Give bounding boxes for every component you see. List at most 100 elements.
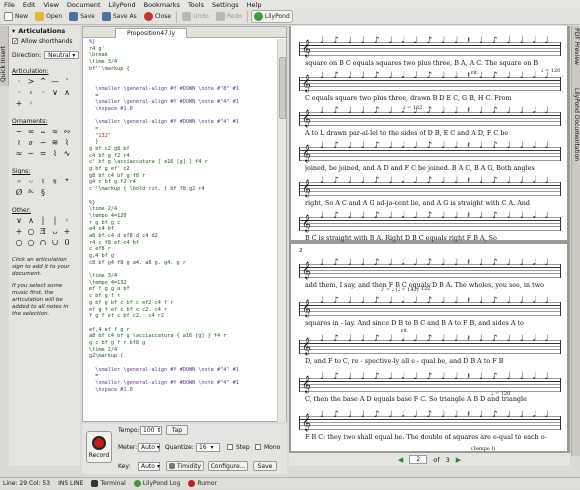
other-articulation-icon[interactable]: |	[49, 216, 61, 227]
ornament-icon[interactable]: ∽	[37, 138, 49, 149]
rumor-tab[interactable]: Rumor	[188, 477, 217, 490]
undo-button[interactable]: Undo	[180, 10, 211, 23]
lyric-line: D, and F to C, re - spective-ly all e - …	[305, 357, 504, 365]
pdf-preview[interactable]: 𝄞 ♩ ♪ ♩ ♩ ♪ ♩ 𝅗𝅥 ♩ ♪ ♩ ♩ 𝄽 ♩ ♪ ♩ ♩ 𝅗𝅥 ♩ ♩…	[289, 26, 570, 466]
allow-shorthands-checkbox[interactable]: ✓	[12, 38, 18, 45]
articulation-icon[interactable]: —	[49, 77, 61, 88]
lilypond-run-button[interactable]: LilyPond	[250, 10, 293, 23]
sign-icon[interactable]: Ø	[13, 188, 25, 199]
articulation-icon[interactable]: ∧	[61, 88, 73, 99]
sign-icon[interactable]: §	[37, 188, 49, 199]
other-articulation-icon[interactable]: Ǝ	[37, 227, 49, 238]
timidity-button[interactable]: Timidity	[166, 461, 204, 471]
ornament-icon[interactable]: ≀	[13, 138, 25, 149]
allow-shorthands-row[interactable]: ✓ Allow shorthands	[9, 36, 80, 46]
ornament-icon[interactable]: ⌇	[49, 149, 61, 160]
configure-button[interactable]: Configure...	[208, 461, 248, 471]
other-articulation-icon[interactable]: ∧	[25, 216, 37, 227]
ornament-icon[interactable]: ~	[13, 127, 25, 138]
sign-icon[interactable]: ♮	[37, 177, 49, 188]
meter-select[interactable]: Auto ▾	[138, 443, 160, 452]
record-button[interactable]: Record	[86, 431, 112, 463]
articulation-icon[interactable]: '	[61, 77, 73, 88]
save-button[interactable]: Save	[67, 10, 97, 23]
other-articulation-icon[interactable]: +	[13, 227, 25, 238]
other-articulation-icon[interactable]: ○	[25, 238, 37, 249]
tempo-spinbox[interactable]: 100 ⇕	[140, 426, 162, 435]
ornament-icon[interactable]: ≂	[37, 149, 49, 160]
other-articulation-icon[interactable]: |	[37, 216, 49, 227]
editor-scrollbar[interactable]	[277, 39, 286, 422]
save-midi-button[interactable]: Save	[253, 461, 277, 471]
menu-view[interactable]: View	[43, 1, 58, 9]
lilypond-log-tab[interactable]: LilyPond Log	[133, 477, 180, 490]
mono-checkbox[interactable]	[255, 444, 261, 450]
tab-pdf-preview[interactable]: PDF Preview	[573, 28, 580, 65]
articulation-icon[interactable]: ∨	[49, 88, 61, 99]
ornament-icon[interactable]: ≈	[49, 127, 61, 138]
quick-insert-side-tab[interactable]: Quick Insert	[0, 26, 9, 86]
menu-settings[interactable]: Settings	[212, 1, 239, 9]
tab-lilypond-documentation[interactable]: LilyPond Documentation	[573, 88, 580, 161]
other-articulation-icon[interactable]: 0	[61, 238, 73, 249]
menu-edit[interactable]: Edit	[23, 1, 36, 9]
ornament-icon[interactable]: ∿	[61, 149, 73, 160]
save-as-icon	[101, 12, 111, 21]
other-articulation-icon[interactable]: ○	[25, 227, 37, 238]
menu-help[interactable]: Help	[247, 1, 262, 9]
ornament-icon[interactable]: ∾	[61, 127, 73, 138]
other-articulation-icon[interactable]: ᴗ	[49, 227, 61, 238]
sign-icon[interactable]: 𝄑	[25, 177, 37, 188]
ornament-icon[interactable]: ≈	[13, 149, 25, 160]
new-button[interactable]: New	[2, 10, 30, 23]
sign-icon[interactable]: 𝄊	[25, 188, 37, 199]
menu-tools[interactable]: Tools	[188, 1, 204, 9]
close-button[interactable]: Close	[142, 10, 173, 23]
editor-scrollbar-thumb[interactable]	[279, 57, 286, 119]
articulation-icon[interactable]: ◦	[25, 99, 37, 110]
articulation-icon[interactable]: ·	[13, 77, 25, 88]
other-articulation-icon[interactable]: ∨	[13, 216, 25, 227]
terminal-tab[interactable]: Terminal	[91, 477, 126, 490]
ornament-icon[interactable]: 𝆗	[37, 127, 49, 138]
articulation-icon[interactable]: ^	[37, 77, 49, 88]
other-articulation-icon[interactable]: ◦	[61, 216, 73, 227]
redo-button[interactable]: Redo	[214, 10, 244, 23]
ornament-icon[interactable]: ∞	[25, 127, 37, 138]
ornament-icon[interactable]: ⌇	[61, 138, 73, 149]
articulation-icon[interactable]: ·	[37, 88, 49, 99]
other-articulation-icon[interactable]: ○	[13, 238, 25, 249]
menu-file[interactable]: File	[4, 1, 15, 9]
articulation-icon[interactable]: ‹	[25, 88, 37, 99]
sign-icon[interactable]: 𝄌	[61, 177, 73, 188]
quantize-select[interactable]: 16 ▾	[196, 443, 220, 452]
lyric-line: right, So A C and A G ad-ja-cent lie, an…	[305, 199, 531, 207]
menu-bookmarks[interactable]: Bookmarks	[144, 1, 180, 9]
ornament-icon[interactable]: 𝆖	[25, 138, 37, 149]
page-number-input[interactable]: 2	[409, 455, 428, 464]
code-editor[interactable]: %} r4 g' \break \time 3/4 bf''\markup { \sma…	[83, 39, 278, 422]
key-select[interactable]: Auto ▾	[138, 462, 160, 471]
tap-button[interactable]: Tap	[166, 425, 188, 435]
articulation-icon[interactable]: >	[25, 77, 37, 88]
ornament-icon[interactable]: ∼	[25, 149, 37, 160]
sign-icon[interactable]: 𝄋	[49, 177, 61, 188]
articulation-icon[interactable]: ·	[13, 88, 25, 99]
articulations-header[interactable]: ▾ Articulations	[9, 26, 80, 36]
menu-document[interactable]: Document	[67, 1, 101, 9]
ornament-icon[interactable]: ≋	[49, 138, 61, 149]
previous-page-icon[interactable]: ◀	[398, 456, 403, 464]
other-articulation-icon[interactable]: ∩	[37, 238, 49, 249]
save-as-button[interactable]: Save As	[100, 10, 139, 23]
other-articulation-icon[interactable]: +	[61, 227, 73, 238]
menu-lilypond[interactable]: LilyPond	[109, 1, 136, 9]
next-page-icon[interactable]: ▶	[456, 456, 461, 464]
other-articulation-icon[interactable]: ∪	[49, 238, 61, 249]
tab-proposition47[interactable]: Proposition47.ly	[115, 28, 187, 38]
step-checkbox[interactable]	[227, 444, 233, 450]
sign-icon[interactable]: 𝄐	[13, 177, 25, 188]
open-button[interactable]: Open	[33, 10, 64, 23]
direction-select[interactable]: Neutral ▾	[44, 51, 80, 59]
articulation-icon[interactable]: +	[13, 99, 25, 110]
